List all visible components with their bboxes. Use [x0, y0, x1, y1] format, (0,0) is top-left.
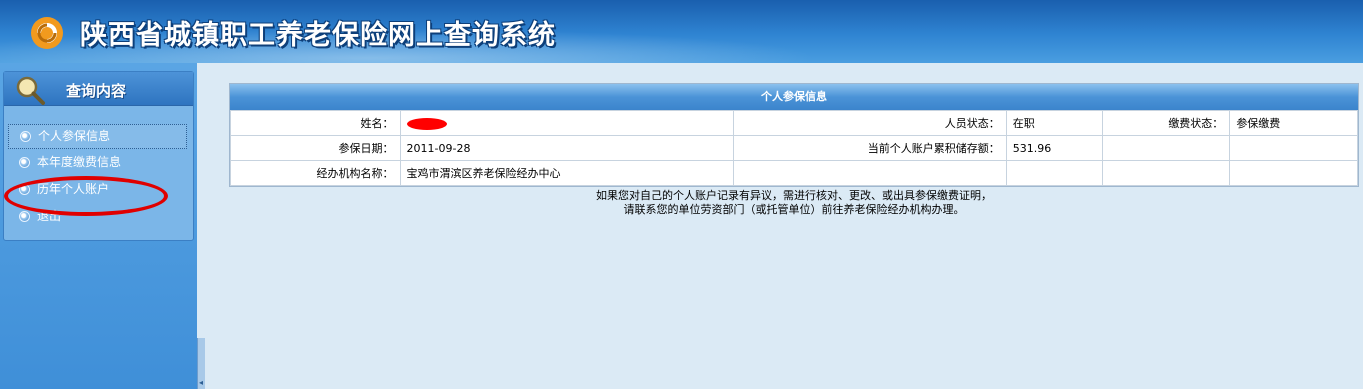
agency-label: 经办机构名称： [230, 160, 401, 186]
radio-bullet-icon [19, 157, 30, 168]
empty-cell [1005, 160, 1103, 186]
magnifier-icon [16, 76, 45, 105]
empty-cell [1229, 135, 1358, 161]
table-caption: 个人参保信息 [230, 84, 1358, 110]
sidebar-item-label: 个人参保信息 [38, 129, 111, 143]
table-row: 经办机构名称： 宝鸡市渭滨区养老保险经办中心 [230, 160, 1358, 186]
app-title: 陕西省城镇职工养老保险网上查询系统 [80, 20, 556, 51]
sidebar-item-label: 本年度缴费信息 [37, 155, 122, 169]
pay-status-label: 缴费状态： [1101, 110, 1231, 136]
table-row: 姓名： 人员状态： 在职 缴费状态： 参保缴费 [230, 110, 1358, 136]
empty-cell [1101, 135, 1231, 161]
status-value: 在职 [1005, 110, 1103, 136]
name-value [399, 110, 734, 136]
sidebar: 查询内容 个人参保信息 本年度缴费信息 历年个人账户 退出 [0, 63, 197, 389]
notice-text: 如果您对自己的个人账户记录有异议，需进行核对、更改、或出具参保缴费证明， 请联系… [229, 189, 1359, 217]
insurance-info-table: 个人参保信息 姓名： 人员状态： 在职 缴费状态： 参保缴费 参保日期： 201… [229, 83, 1359, 187]
pay-status-value: 参保缴费 [1229, 110, 1358, 136]
red-annotation-circle [4, 176, 168, 216]
info-grid: 姓名： 人员状态： 在职 缴费状态： 参保缴费 参保日期： 2011-09-28… [230, 110, 1358, 186]
agency-value: 宝鸡市渭滨区养老保险经办中心 [399, 160, 734, 186]
empty-cell [1229, 160, 1358, 186]
empty-cell [1101, 160, 1231, 186]
date-value: 2011-09-28 [399, 135, 734, 161]
panel-header: 查询内容 [4, 72, 193, 106]
radio-bullet-icon [19, 211, 30, 222]
redaction-mark [406, 117, 447, 130]
balance-label: 当前个人账户累积储存额： [732, 135, 1007, 161]
sidebar-item-personal-info[interactable]: 个人参保信息 [8, 124, 187, 149]
logo-icon [31, 17, 63, 49]
sidebar-toggle-handle[interactable]: ◂ [197, 338, 205, 389]
sidebar-item-annual-payment[interactable]: 本年度缴费信息 [4, 149, 193, 176]
notice-line-2: 请联系您的单位劳资部门（或托管单位）前往养老保险经办机构办理。 [623, 203, 965, 216]
balance-value: 531.96 [1005, 135, 1103, 161]
app-header: 陕西省城镇职工养老保险网上查询系统 [0, 0, 1363, 63]
main-content: 个人参保信息 姓名： 人员状态： 在职 缴费状态： 参保缴费 参保日期： 201… [205, 63, 1363, 389]
table-row: 参保日期： 2011-09-28 当前个人账户累积储存额： 531.96 [230, 135, 1358, 161]
name-label: 姓名： [230, 110, 401, 136]
panel-title: 查询内容 [66, 82, 127, 100]
radio-bullet-icon [20, 131, 31, 142]
collapse-arrow-icon: ◂ [199, 378, 204, 387]
date-label: 参保日期： [230, 135, 401, 161]
notice-line-1: 如果您对自己的个人账户记录有异议，需进行核对、更改、或出具参保缴费证明， [596, 189, 992, 202]
empty-cell [732, 160, 1007, 186]
status-label: 人员状态： [732, 110, 1007, 136]
